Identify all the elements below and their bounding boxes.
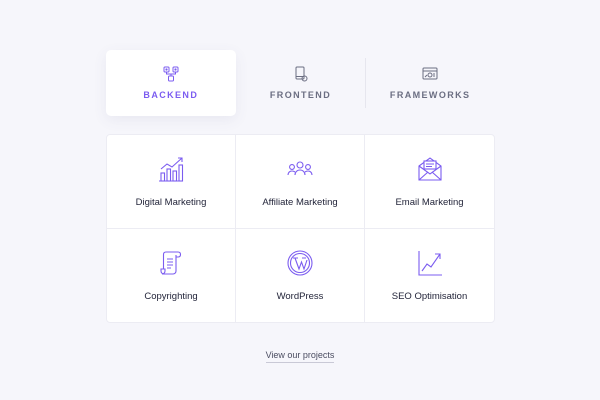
service-label: Copyrighting [144, 290, 198, 302]
wordpress-icon [287, 249, 313, 276]
service-affiliate-marketing[interactable]: Affiliate Marketing [236, 135, 365, 229]
tab-frameworks-label: FRAMEWORKS [389, 90, 471, 100]
service-wordpress[interactable]: WordPress [236, 228, 365, 322]
service-label: SEO Optimisation [391, 290, 468, 302]
service-digital-marketing[interactable]: Digital Marketing [107, 135, 236, 229]
tab-divider [365, 58, 367, 108]
service-label: WordPress [276, 290, 324, 302]
service-email-marketing[interactable]: Email Marketing [365, 135, 494, 229]
tab-frontend[interactable]: FRONTEND [236, 50, 366, 116]
tab-frameworks[interactable]: FRAMEWORKS [365, 50, 495, 116]
service-label: Digital Marketing [135, 197, 207, 208]
service-seo-optimisation[interactable]: SEO Optimisation [365, 229, 494, 323]
tab-backend[interactable]: BACKEND [106, 50, 236, 116]
browser-settings-icon [422, 67, 438, 80]
service-label: Email Marketing [395, 197, 464, 208]
line-chart-icon [417, 250, 442, 276]
people-group-icon [287, 161, 313, 176]
tab-backend-label: BACKEND [143, 90, 199, 100]
category-tabs: BACKEND FRONTEND FRAMEWORKS [106, 50, 495, 116]
view-projects-container: View our projects [0, 345, 600, 363]
tab-frontend-label: FRONTEND [269, 90, 332, 100]
bar-chart-icon [159, 157, 184, 182]
service-label: Affiliate Marketing [262, 197, 338, 208]
server-icon [163, 66, 179, 82]
scroll-icon [160, 250, 182, 275]
services-grid: Digital Marketing Affiliate Marketing Em… [106, 134, 495, 323]
devices-icon [295, 66, 307, 82]
view-projects-link[interactable]: View our projects [265, 350, 335, 363]
service-copyrighting[interactable]: Copyrighting [107, 228, 236, 322]
envelope-icon [417, 157, 442, 181]
